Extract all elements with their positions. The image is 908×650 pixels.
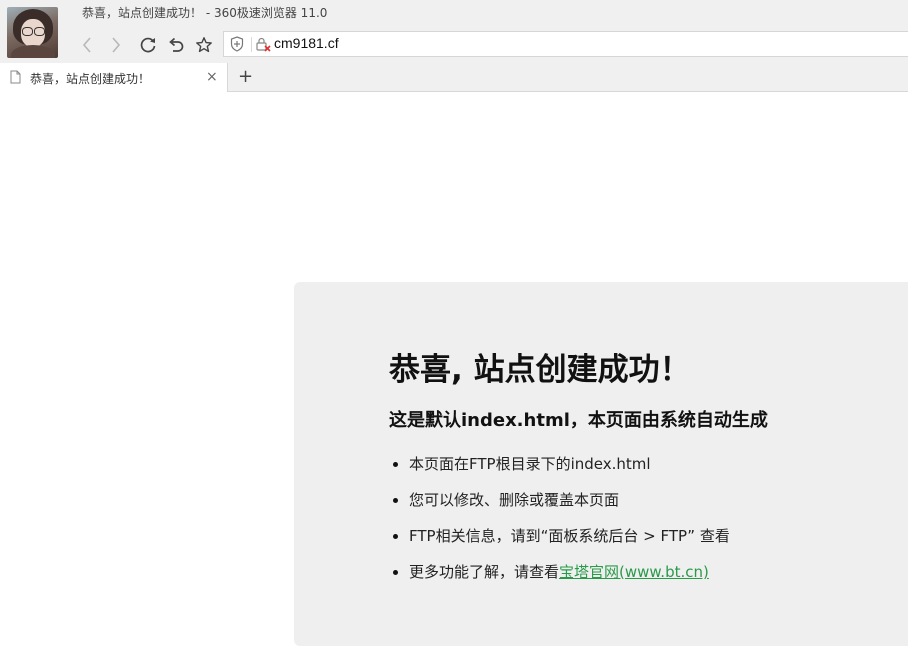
list-item: FTP相关信息，请到“面板系统后台 > FTP” 查看 (389, 526, 730, 562)
list-item: 本页面在FTP根目录下的index.html (389, 454, 730, 490)
page-heading: 恭喜, 站点创建成功！ (389, 352, 691, 388)
new-tab-button[interactable]: + (238, 66, 253, 88)
list-item-more: 更多功能了解，请查看宝塔官网(www.bt.cn) (389, 562, 730, 598)
tab-close-icon[interactable]: × (206, 69, 218, 85)
insecure-lock-icon[interactable] (255, 36, 271, 52)
avatar-body (11, 45, 55, 58)
chevron-left-icon (82, 37, 91, 53)
undo-button[interactable] (166, 34, 186, 56)
page-subheading: 这是默认index.html，本页面由系统自动生成 (389, 410, 768, 431)
more-info-text: 更多功能了解，请查看 (409, 563, 560, 581)
browser-chrome: 恭喜，站点创建成功！ - 360极速浏览器 11.0 cm9181.cf 恭喜，… (0, 0, 908, 92)
reload-button[interactable] (138, 34, 158, 56)
page-icon (10, 70, 21, 84)
avatar-glasses-right (34, 27, 45, 36)
url-text[interactable]: cm9181.cf (274, 35, 339, 51)
address-divider (251, 37, 252, 52)
chevron-right-icon (112, 37, 121, 53)
user-avatar[interactable] (7, 7, 58, 58)
shield-icon[interactable] (230, 36, 244, 52)
address-bar[interactable]: cm9181.cf (223, 31, 908, 57)
tab-active[interactable]: 恭喜，站点创建成功！ × (0, 63, 228, 92)
bt-official-link[interactable]: 宝塔官网(www.bt.cn) (559, 563, 709, 581)
tab-label: 恭喜，站点创建成功！ (30, 72, 151, 86)
forward-button[interactable] (106, 34, 126, 56)
content-card: 恭喜, 站点创建成功！ 这是默认index.html，本页面由系统自动生成 本页… (294, 282, 908, 646)
undo-icon (169, 37, 184, 52)
avatar-glasses-left (22, 27, 33, 36)
info-list: 本页面在FTP根目录下的index.html 您可以修改、删除或覆盖本页面 FT… (389, 454, 730, 598)
window-title: 恭喜，站点创建成功！ - 360极速浏览器 11.0 (82, 6, 328, 20)
star-icon (196, 37, 212, 53)
list-item: 您可以修改、删除或覆盖本页面 (389, 490, 730, 526)
tab-bar: 恭喜，站点创建成功！ × + (0, 63, 908, 92)
reload-icon (140, 37, 156, 53)
favorite-button[interactable] (194, 34, 214, 56)
back-button[interactable] (77, 34, 97, 56)
